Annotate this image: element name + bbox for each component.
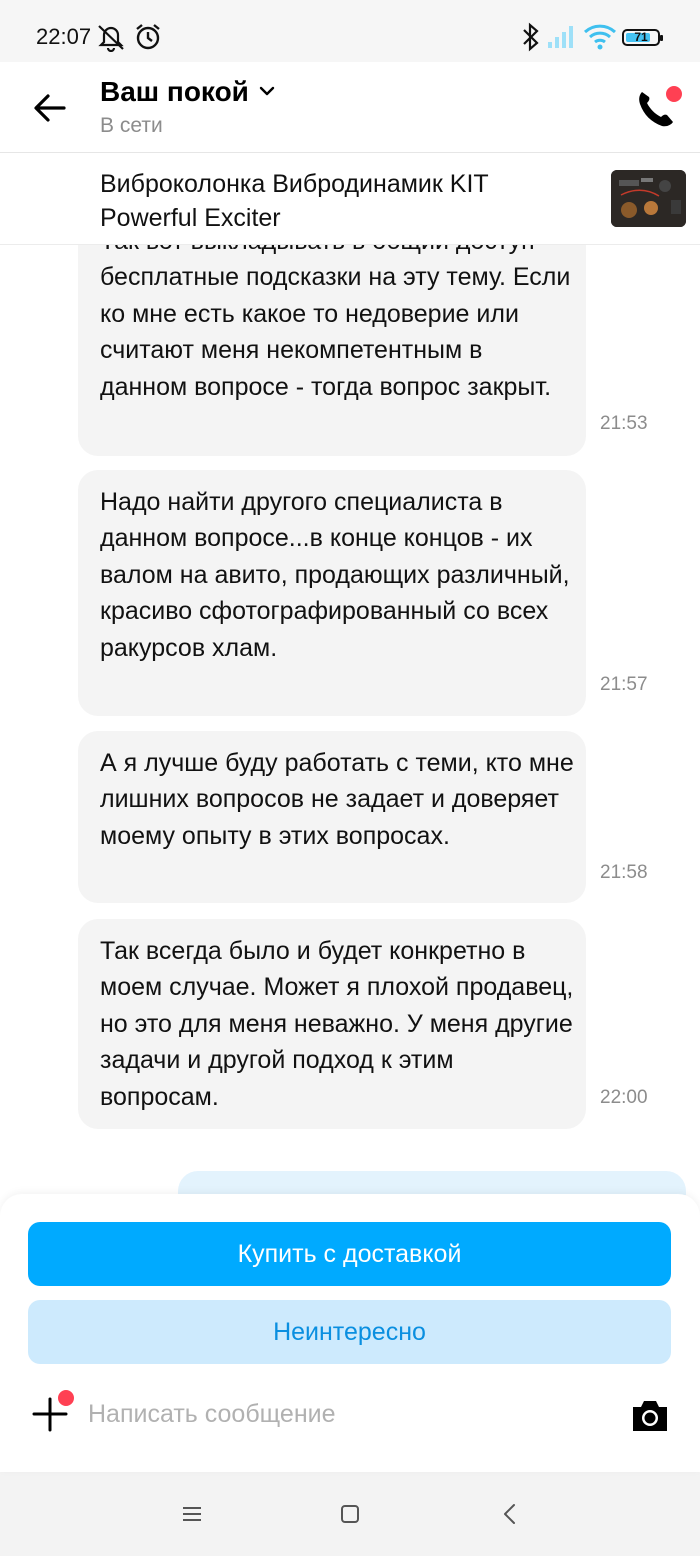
back-arrow-icon[interactable]: [30, 88, 70, 128]
message-bubble[interactable]: А я лучше буду работать с теми, кто мне …: [78, 731, 586, 903]
system-nav-bar: [0, 1472, 700, 1556]
call-button[interactable]: [632, 84, 684, 132]
message-time: 22:00: [600, 1087, 648, 1108]
wifi-icon: [583, 24, 617, 50]
product-thumbnail[interactable]: [611, 170, 686, 227]
chat-title: Ваш покой: [100, 76, 249, 107]
alarm-icon: [136, 24, 160, 50]
online-status: В сети: [100, 114, 163, 137]
battery-level: 71: [634, 30, 648, 44]
message-text: А я лучше буду работать с теми, кто мне …: [100, 749, 574, 850]
message-text: Так вот выкладывать в общий доступ беспл…: [100, 245, 571, 401]
product-image: [611, 170, 686, 227]
signal-icon: [548, 26, 573, 48]
message-list[interactable]: Так вот выкладывать в общий доступ беспл…: [0, 245, 700, 1195]
chevron-down-icon: [260, 86, 275, 96]
chat-header: Ваш покой В сети: [0, 62, 700, 153]
message-text: Надо найти другого специалиста в данном …: [100, 488, 570, 662]
back-nav-icon[interactable]: [496, 1500, 524, 1528]
camera-button[interactable]: [630, 1398, 670, 1434]
bluetooth-icon: [523, 22, 539, 52]
status-bar: 22:07 71: [0, 0, 700, 62]
outgoing-message-bubble[interactable]: [178, 1171, 686, 1195]
status-time: 22:07: [36, 24, 92, 49]
message-input[interactable]: Написать сообщение: [88, 1392, 608, 1436]
message-text: Так всегда было и будет конкретно в моем…: [100, 937, 574, 1111]
camera-icon: [633, 1401, 667, 1431]
mute-icon: [98, 25, 124, 52]
message-bubble[interactable]: Так вот выкладывать в общий доступ беспл…: [78, 245, 586, 456]
bottom-panel: Купить с доставкой Неинтересно Написать …: [0, 1194, 700, 1472]
product-title: Виброколонка Вибродинамик KIT Powerful E…: [100, 170, 489, 232]
message-bubble[interactable]: Так всегда было и будет конкретно в моем…: [78, 919, 586, 1129]
notification-dot: [56, 1388, 76, 1408]
buy-with-delivery-button[interactable]: Купить с доставкой: [28, 1222, 671, 1286]
home-icon[interactable]: [336, 1500, 364, 1528]
message-bubble[interactable]: Надо найти другого специалиста в данном …: [78, 470, 586, 716]
chat-title-area[interactable]: Ваш покой В сети: [100, 76, 275, 138]
menu-icon[interactable]: [178, 1500, 206, 1528]
message-time: 21:53: [600, 413, 648, 434]
message-time: 21:57: [600, 674, 648, 695]
message-time: 21:58: [600, 862, 648, 883]
product-bar[interactable]: Виброколонка Вибродинамик KIT Powerful E…: [0, 153, 700, 245]
not-interested-button[interactable]: Неинтересно: [28, 1300, 671, 1364]
attach-button[interactable]: [30, 1388, 76, 1434]
notification-dot: [664, 84, 684, 104]
battery-icon: 71: [622, 29, 663, 46]
